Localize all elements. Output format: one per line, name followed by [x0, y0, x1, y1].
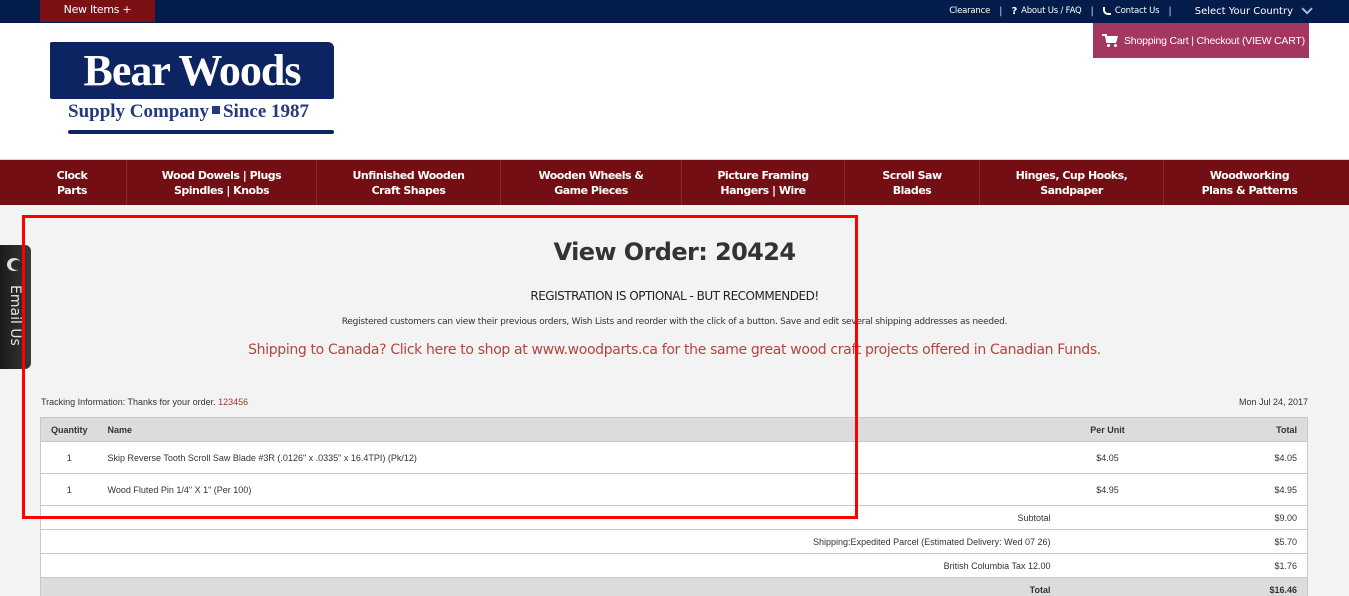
summary-label: British Columbia Tax 12.00 — [40, 553, 1188, 578]
nav-item-wood-dowels[interactable]: Wood Dowels | Plugs Spindles | Knobs — [127, 160, 317, 205]
clearance-link[interactable]: Clearance — [949, 6, 990, 16]
summary-value: $1.76 — [1187, 553, 1308, 578]
new-items-coupons-link[interactable]: New Items + Coupons — [40, 0, 155, 36]
question-icon: ? — [1011, 5, 1018, 17]
row-total: $4.95 — [1187, 473, 1308, 506]
chevron-down-icon — [1301, 3, 1313, 15]
logo-title: Bear Woods — [83, 46, 302, 95]
site-header: Bear Woods Supply Company Since 1987 Shop… — [0, 23, 1349, 159]
row-quantity: 1 — [39, 441, 98, 474]
subtotal-row: Subtotal $9.00 — [40, 505, 1308, 530]
tax-row: British Columbia Tax 12.00 $1.76 — [40, 553, 1308, 578]
logo-square-icon — [211, 106, 220, 114]
shipping-row: Shipping:Expedited Parcel (Estimated Del… — [40, 529, 1308, 554]
nav-item-clock-parts[interactable]: Clock Parts — [18, 160, 127, 205]
logo-subtitle-right: Since 1987 — [222, 101, 310, 122]
header-name: Name — [97, 417, 1028, 442]
tracking-number-link[interactable]: 123456 — [218, 397, 248, 407]
header-quantity: Quantity — [39, 417, 98, 442]
order-date: Mon Jul 24, 2017 — [1238, 397, 1308, 407]
registration-heading: REGISTRATION IS OPTIONAL - BUT RECOMMEND… — [530, 289, 819, 303]
top-bar: New Items + Coupons Clearance | ?About U… — [0, 0, 1349, 36]
tracking-label: Tracking Information: Thanks for your or… — [41, 397, 216, 407]
select-country-label: Select Your Country — [1194, 5, 1293, 17]
grand-total-value: $16.46 — [1187, 577, 1308, 596]
header-per-unit: Per Unit — [1027, 417, 1188, 442]
logo-underline — [68, 130, 334, 134]
select-country-dropdown[interactable]: Select Your Country — [1194, 3, 1313, 17]
summary-value: $5.70 — [1187, 529, 1308, 554]
registration-description: Registered customers can view their prev… — [341, 317, 1008, 327]
contact-us-label: Contact Us — [1114, 6, 1160, 16]
nav-item-picture-framing[interactable]: Picture Framing Hangers | Wire — [682, 160, 845, 205]
summary-value: $9.00 — [1187, 505, 1308, 530]
row-per-unit: $4.95 — [1027, 473, 1188, 506]
summary-label: Subtotal — [40, 505, 1188, 530]
product-link[interactable]: Skip Reverse Tooth Scroll Saw Blade #3R … — [97, 441, 1028, 474]
cart-icon — [1102, 34, 1119, 47]
tracking-info: Tracking Information: Thanks for your or… — [41, 397, 248, 407]
summary-label: Shipping:Expedited Parcel (Estimated Del… — [40, 529, 1188, 554]
logo-subtitle-left: Supply Company — [68, 101, 209, 122]
row-per-unit: $4.05 — [1027, 441, 1188, 474]
order-table: Quantity Name Per Unit Total 1 Skip Reve… — [39, 417, 1308, 596]
canada-shop-link[interactable]: Shipping to Canada? Click here to shop a… — [0, 342, 1349, 358]
grand-total-label: Total — [40, 577, 1188, 596]
cart-label: Shopping Cart | Checkout (VIEW CART) — [1124, 34, 1305, 47]
divider: | — [999, 5, 1003, 17]
nav-item-woodworking-plans[interactable]: Woodworking Plans & Patterns — [1164, 160, 1335, 205]
product-link[interactable]: Wood Fluted Pin 1/4" X 1" (Per 100) — [97, 473, 1028, 506]
table-row: 1 Wood Fluted Pin 1/4" X 1" (Per 100) $4… — [39, 473, 1308, 506]
nav-item-scroll-saw-blades[interactable]: Scroll Saw Blades — [845, 160, 980, 205]
about-faq-link[interactable]: ? About Us / FAQ — [1012, 6, 1082, 17]
nav-item-wooden-wheels[interactable]: Wooden Wheels & Game Pieces — [501, 160, 682, 205]
divider: | — [1090, 5, 1094, 17]
top-links: Clearance | ? About Us / FAQ | Contact Us… — [949, 0, 1313, 22]
bear-woods-logo[interactable]: Bear Woods Supply Company Since 1987 — [50, 42, 334, 136]
shopping-cart-button[interactable]: Shopping Cart | Checkout (VIEW CART) — [1093, 23, 1309, 58]
clearance-label: Clearance — [949, 6, 991, 16]
grand-total-row: Total $16.46 — [40, 577, 1308, 596]
category-nav: Clock Parts Wood Dowels | Plugs Spindles… — [0, 159, 1349, 205]
row-quantity: 1 — [39, 473, 98, 506]
table-row: 1 Skip Reverse Tooth Scroll Saw Blade #3… — [39, 441, 1308, 474]
table-header-row: Quantity Name Per Unit Total — [39, 417, 1308, 442]
nav-item-unfinished-wooden[interactable]: Unfinished Wooden Craft Shapes — [317, 160, 501, 205]
logo-subtitle: Supply Company Since 1987 — [68, 101, 309, 123]
contact-us-link[interactable]: Contact Us — [1102, 6, 1160, 16]
page-title: View Order: 20424 — [553, 238, 797, 266]
nav-item-hinges[interactable]: Hinges, Cup Hooks, Sandpaper — [980, 160, 1164, 205]
phone-icon — [1102, 7, 1111, 15]
about-faq-label: About Us / FAQ — [1021, 6, 1082, 16]
row-total: $4.05 — [1187, 441, 1308, 474]
header-total: Total — [1187, 417, 1308, 442]
divider: | — [1168, 5, 1172, 17]
